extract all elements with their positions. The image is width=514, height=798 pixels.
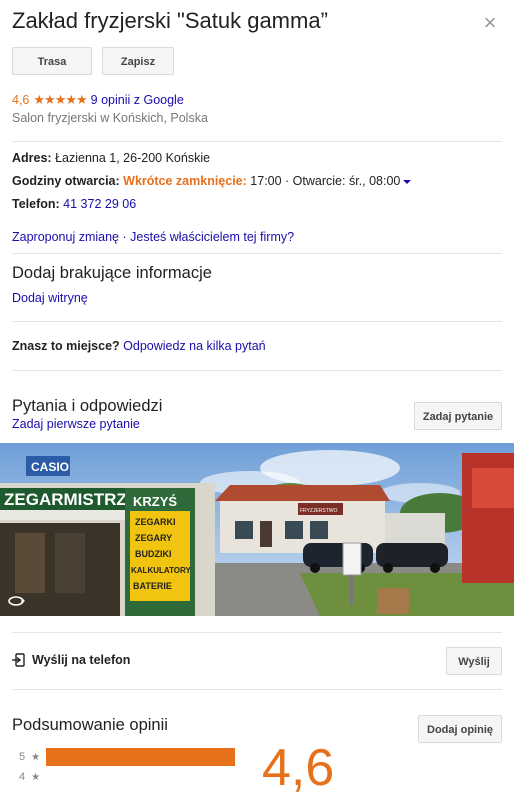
- star-icon: ★: [31, 751, 41, 763]
- address-label: Adres:: [12, 151, 52, 165]
- hours-label: Godziny otwarcia:: [12, 174, 120, 188]
- street-view-photo[interactable]: FRYZJERSTWO ZEGARMISTRZ CASIO KRZYŚ ZEGA…: [0, 443, 514, 616]
- edit-separator: ·: [122, 230, 127, 244]
- reviews-heading: Podsumowanie opinii: [12, 716, 168, 734]
- know-place-question: Znasz to miejsce?: [12, 339, 120, 353]
- hours-status: Wkrótce zamknięcie:: [123, 174, 247, 188]
- sign-line-2: ZEGARY: [135, 533, 172, 543]
- sign-line-3: BUDZIKI: [135, 549, 172, 559]
- divider: [12, 321, 502, 322]
- divider: [12, 632, 502, 633]
- write-review-button[interactable]: Dodaj opinię: [418, 715, 502, 743]
- rating-bar-5: 5 ★: [19, 748, 236, 766]
- sign-line-4: KALKULATORY: [131, 566, 192, 575]
- missing-info-heading: Dodaj brakujące informacje: [12, 264, 212, 282]
- hours-value: 17:00 · Otwarcie: śr., 08:00: [250, 174, 401, 188]
- sign-line-5: BATERIE: [133, 581, 172, 591]
- ask-question-button[interactable]: Zadaj pytanie: [414, 402, 502, 430]
- rating-value: 4,6: [12, 93, 30, 107]
- building-sign: FRYZJERSTWO: [300, 508, 338, 514]
- star-icon: ★: [31, 771, 41, 783]
- address-value: Łazienna 1, 26-200 Końskie: [55, 151, 211, 165]
- street-view-image: FRYZJERSTWO ZEGARMISTRZ CASIO KRZYŚ ZEGA…: [0, 443, 514, 616]
- divider: [12, 141, 502, 142]
- phone-link[interactable]: 41 372 29 06: [63, 197, 136, 211]
- krzys-sign: KRZYŚ: [133, 494, 177, 509]
- phone-label: Telefon:: [12, 197, 60, 211]
- phone-row: Telefon: 41 372 29 06: [12, 197, 136, 211]
- suggest-edit-link[interactable]: Zaproponuj zmianę: [12, 230, 119, 244]
- rating-bar-4: 4 ★: [19, 768, 46, 786]
- answer-questions-link[interactable]: Odpowiedz na kilka pytań: [123, 339, 265, 353]
- send-to-phone-icon: [12, 653, 25, 667]
- rating-row: 4,6 ★★★★★ 9 opinii z Google: [12, 92, 184, 108]
- divider: [12, 689, 502, 690]
- save-button[interactable]: Zapisz: [102, 47, 174, 75]
- send-button[interactable]: Wyślij: [446, 647, 502, 675]
- edit-links: Zaproponuj zmianę · Jesteś właścicielem …: [12, 230, 294, 244]
- ask-first-question-link[interactable]: Zadaj pierwsze pytanie: [12, 417, 140, 431]
- hours-dropdown-icon[interactable]: [403, 179, 412, 184]
- add-website-link[interactable]: Dodaj witrynę: [12, 291, 88, 305]
- casio-sign: CASIO: [31, 460, 69, 474]
- owner-link[interactable]: Jesteś właścicielem tej firmy?: [130, 230, 294, 244]
- store-sign: ZEGARMISTRZ: [4, 490, 127, 509]
- divider: [12, 370, 502, 371]
- know-place-row: Znasz to miejsce? Odpowiedz na kilka pyt…: [12, 339, 266, 353]
- place-title: Zakład fryzjerski "Satuk gamma”: [12, 8, 328, 33]
- close-icon[interactable]: ×: [480, 12, 500, 34]
- address-row: Adres: Łazienna 1, 26-200 Końskie: [12, 151, 210, 165]
- rating-stars-icon: ★★★★★: [33, 92, 87, 107]
- send-to-phone-row[interactable]: Wyślij na telefon: [12, 653, 130, 667]
- qa-heading: Pytania i odpowiedzi: [12, 397, 163, 415]
- average-rating: 4,6: [262, 739, 335, 797]
- hours-row: Godziny otwarcia: Wkrótce zamknięcie: 17…: [12, 174, 412, 188]
- divider: [12, 253, 502, 254]
- place-category: Salon fryzjerski w Końskich, Polska: [12, 111, 208, 125]
- rating-bar-fill: [46, 748, 236, 766]
- rating-bar-label: 4: [19, 771, 26, 783]
- reviews-link[interactable]: 9 opinii z Google: [91, 93, 184, 107]
- send-to-phone-label: Wyślij na telefon: [32, 653, 131, 667]
- rating-bar-label: 5: [19, 751, 26, 763]
- sign-line-1: ZEGARKI: [135, 517, 176, 527]
- route-button[interactable]: Trasa: [12, 47, 92, 75]
